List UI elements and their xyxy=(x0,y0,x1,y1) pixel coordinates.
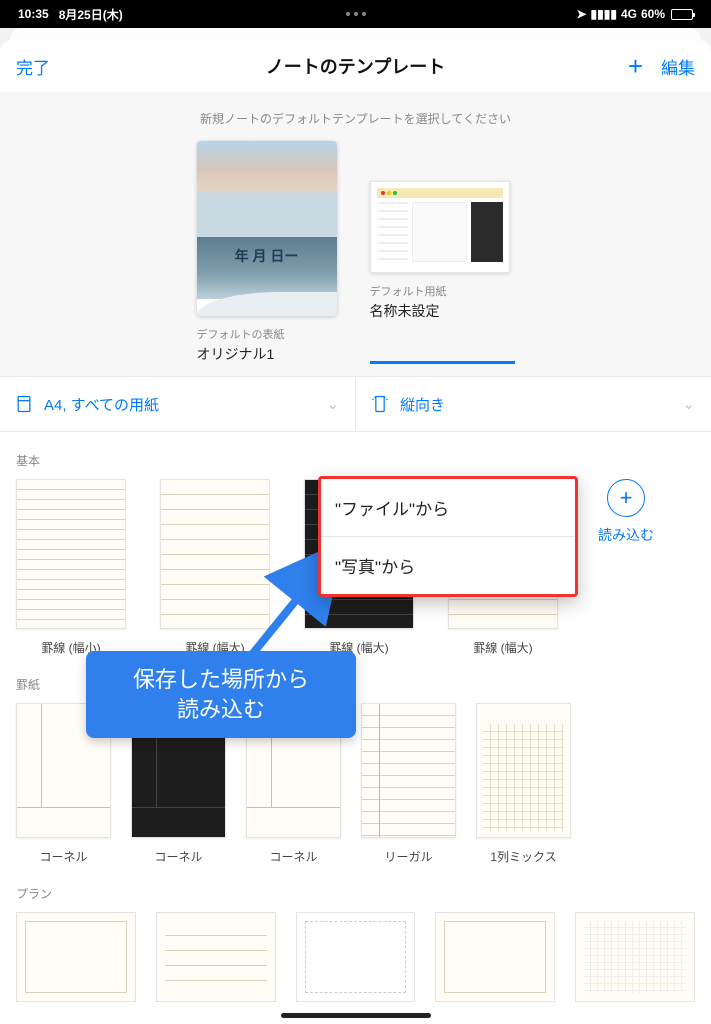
import-popup: "ファイル"から "写真"から xyxy=(318,476,578,597)
battery-icon xyxy=(671,9,693,20)
import-label: 読み込む xyxy=(598,525,654,545)
chevron-down-icon: ⌄ xyxy=(682,395,695,413)
paper-main: 名称未設定 xyxy=(370,301,515,321)
nav-bar: 完了 ノートのテンプレート + 編集 xyxy=(0,40,711,92)
battery-percent: 60% xyxy=(641,7,665,21)
network-label: 4G xyxy=(621,7,637,21)
cover-sub: デフォルトの表紙 xyxy=(197,326,342,342)
template-item[interactable] xyxy=(16,912,136,1002)
annotation-callout: 保存した場所から 読み込む xyxy=(86,651,356,738)
chevron-down-icon: ⌄ xyxy=(326,395,339,413)
default-template-area: 新規ノートのデフォルトテンプレートを選択してください 年 月 日ー デフォルトの… xyxy=(0,92,711,432)
multitask-dots-icon xyxy=(346,12,366,16)
status-time: 10:35 xyxy=(18,7,49,21)
template-item[interactable]: 罫線 (幅大) xyxy=(160,479,270,656)
page-title: ノートのテンプレート xyxy=(266,53,445,79)
paper-sub: デフォルト用紙 xyxy=(370,283,515,299)
default-paper[interactable]: デフォルト用紙 名称未設定 xyxy=(370,141,515,364)
section-basic: 基本 xyxy=(0,432,711,479)
status-bar: 10:35 8月25日(木) ➤ ▮▮▮▮ 4G 60% xyxy=(0,0,711,28)
status-date: 8月25日(木) xyxy=(59,6,123,23)
cover-main: オリジナル1 xyxy=(197,344,342,364)
template-item[interactable] xyxy=(435,912,555,1002)
orientation-dropdown[interactable]: 縦向き ⌄ xyxy=(355,377,711,431)
template-item[interactable]: 罫線 (幅小) xyxy=(16,479,126,656)
template-item[interactable]: 1列ミックス xyxy=(476,703,571,865)
signal-icon: ▮▮▮▮ xyxy=(591,7,617,21)
add-button[interactable]: + xyxy=(628,53,643,79)
location-icon: ➤ xyxy=(576,7,586,21)
section-plan: プラン xyxy=(0,865,711,912)
orientation-icon xyxy=(370,394,390,414)
done-button[interactable]: 完了 xyxy=(16,54,50,79)
paper-size-dropdown[interactable]: A4, すべての用紙 ⌄ xyxy=(0,377,355,431)
default-cover[interactable]: 年 月 日ー デフォルトの表紙 オリジナル1 xyxy=(197,141,342,364)
home-indicator[interactable] xyxy=(281,1013,431,1018)
template-item[interactable] xyxy=(575,912,695,1002)
import-from-file[interactable]: "ファイル"から xyxy=(321,479,575,536)
selector-hint: 新規ノートのデフォルトテンプレートを選択してください xyxy=(0,110,711,127)
template-item[interactable] xyxy=(296,912,416,1002)
cover-overlay-text: 年 月 日ー xyxy=(197,246,337,266)
import-button[interactable]: + xyxy=(607,479,645,517)
template-item[interactable] xyxy=(156,912,276,1002)
edit-button[interactable]: 編集 xyxy=(661,54,695,79)
import-from-photo[interactable]: "写真"から xyxy=(321,536,575,594)
template-item[interactable]: リーガル xyxy=(361,703,456,865)
page-icon xyxy=(14,394,34,414)
